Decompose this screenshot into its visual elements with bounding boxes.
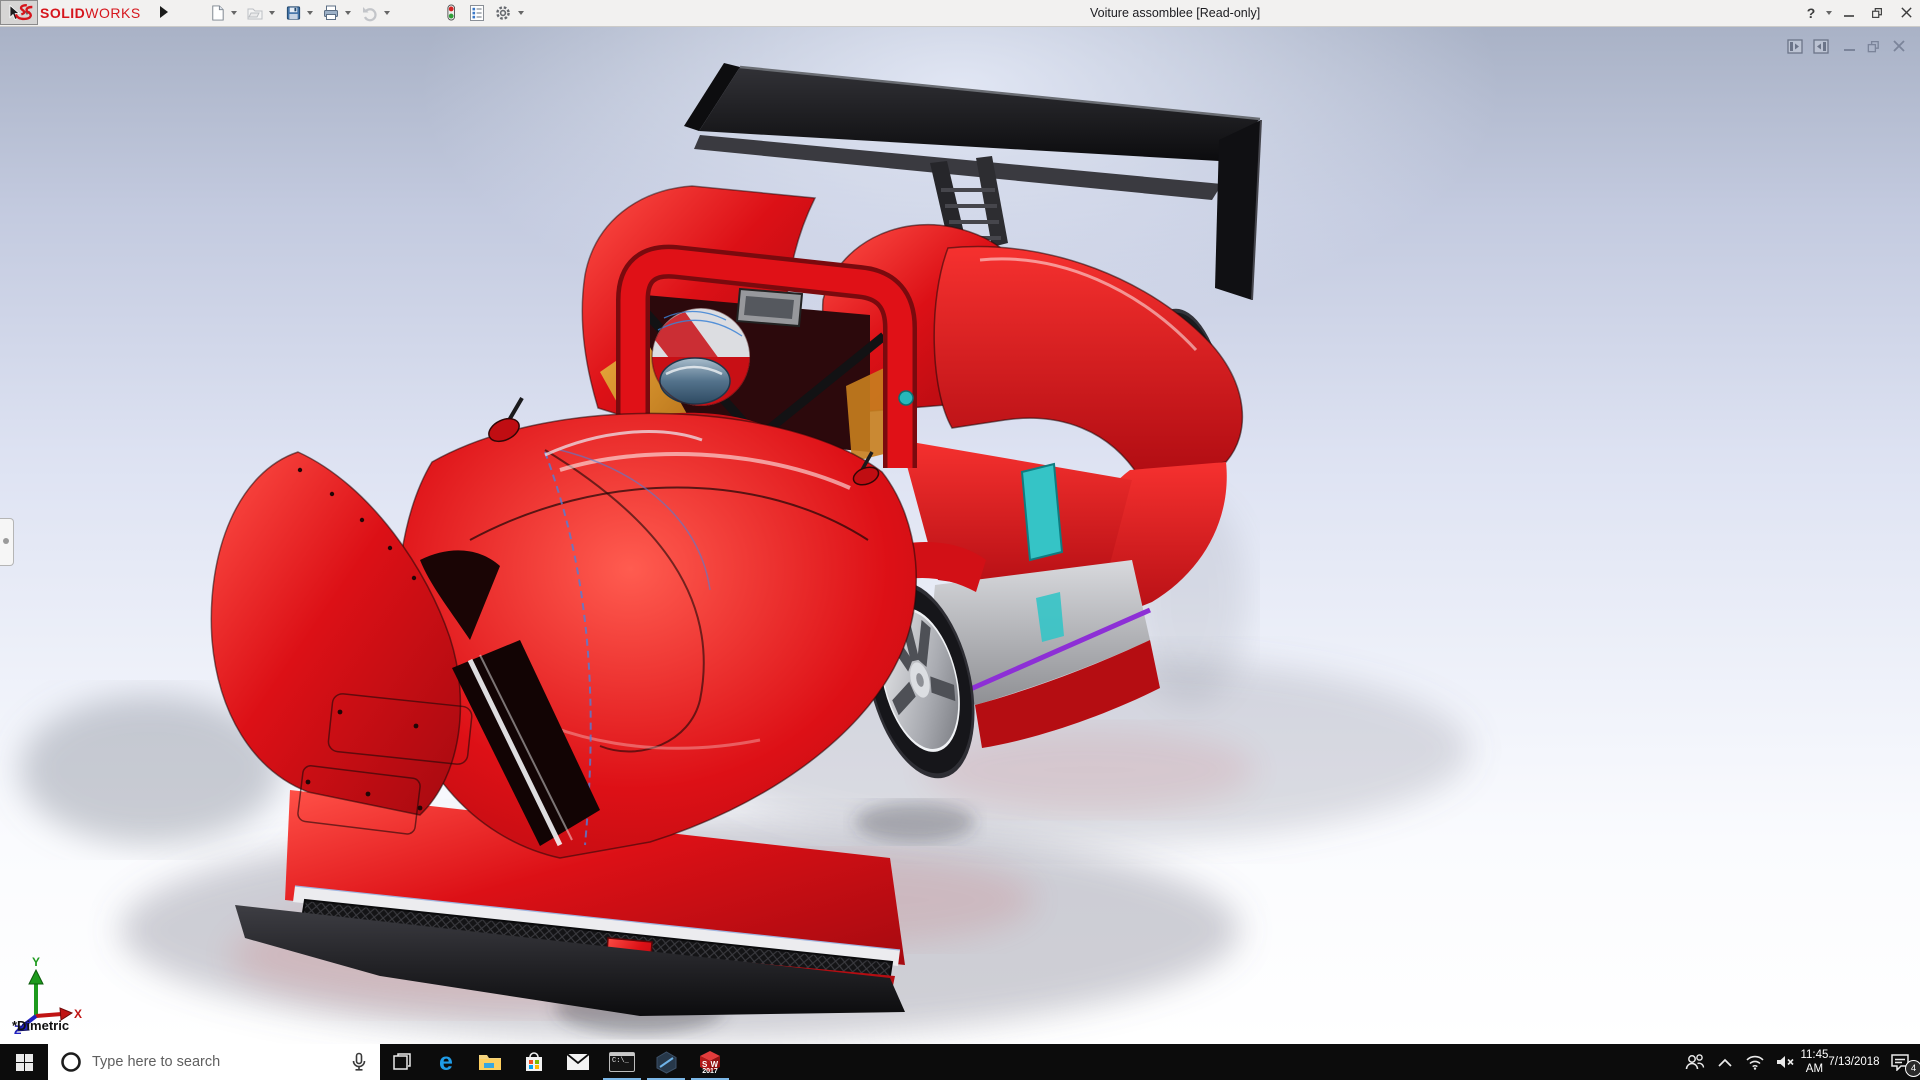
- restore-icon: [1872, 7, 1882, 18]
- pane-left-button[interactable]: [1786, 38, 1804, 54]
- triad-y-label: Y: [32, 955, 40, 969]
- title-bar: SOLIDWORKS Voiture assomblee [Read-only]…: [0, 0, 1920, 27]
- collapsed-panel-tab[interactable]: [0, 518, 14, 566]
- file-properties-icon: [470, 4, 484, 21]
- minimize-button[interactable]: [1836, 2, 1862, 23]
- new-document-dropdown[interactable]: [231, 11, 237, 15]
- undo-dropdown[interactable]: [384, 11, 390, 15]
- people-icon: [1685, 1054, 1705, 1070]
- save-button[interactable]: [284, 3, 302, 22]
- close-icon: [1900, 7, 1912, 18]
- solidworks-logo: SOLIDWORKS: [14, 3, 141, 22]
- windows-taskbar: e C:\_: [0, 1044, 1920, 1080]
- rebuild-traffic-light-icon: [447, 4, 455, 21]
- start-button[interactable]: [0, 1044, 48, 1080]
- taskbar-mail[interactable]: [556, 1044, 600, 1080]
- taskbar-file-explorer[interactable]: [468, 1044, 512, 1080]
- store-icon: [526, 1052, 542, 1071]
- help-button[interactable]: ?: [1798, 2, 1824, 23]
- open-dropdown[interactable]: [269, 11, 275, 15]
- notification-badge: 4: [1905, 1060, 1920, 1077]
- restore-button[interactable]: [1864, 2, 1890, 23]
- task-view-icon: [393, 1053, 411, 1070]
- document-close-button[interactable]: [1890, 38, 1908, 54]
- mail-icon: [566, 1053, 590, 1070]
- taskbar-solidworks-2017[interactable]: S W 2017: [688, 1044, 732, 1080]
- document-minimize-button[interactable]: [1840, 38, 1858, 54]
- document-restore-button[interactable]: [1864, 38, 1882, 54]
- open-folder-icon: [247, 8, 263, 19]
- new-document-icon: [211, 4, 224, 21]
- open-button[interactable]: [246, 3, 264, 22]
- pane-left-icon: [1787, 38, 1803, 54]
- pane-right-button[interactable]: [1812, 38, 1830, 54]
- document-minimize-icon: [1843, 48, 1855, 51]
- taskbar-search[interactable]: [48, 1044, 380, 1080]
- cortana-icon: [61, 1052, 81, 1072]
- pane-right-icon: [1813, 38, 1829, 54]
- undo-icon: [363, 6, 377, 21]
- document-close-icon: [1893, 40, 1905, 52]
- toolbar-flyout-arrow-icon[interactable]: [160, 6, 168, 18]
- taskbar-command-prompt[interactable]: C:\_: [600, 1044, 644, 1080]
- window-title: Voiture assomblee [Read-only]: [1090, 6, 1261, 20]
- view-orientation-label: *Dimetric: [12, 1018, 70, 1033]
- network-button[interactable]: [1740, 1044, 1770, 1080]
- windows-logo-icon: [15, 1053, 33, 1071]
- options-dropdown[interactable]: [518, 11, 524, 15]
- clock-date: 7/13/2018: [1828, 1056, 1880, 1068]
- options-button[interactable]: [494, 3, 512, 22]
- taskbar-clock[interactable]: 11:45 AM 7/13/2018: [1800, 1048, 1880, 1076]
- chevron-up-icon: [1718, 1058, 1732, 1067]
- taskbar-edge[interactable]: e: [424, 1044, 468, 1080]
- speaker-mute-icon: [1777, 1056, 1794, 1068]
- undo-button[interactable]: [361, 3, 379, 22]
- new-document-button[interactable]: [208, 3, 226, 22]
- wifi-icon: [1746, 1055, 1764, 1070]
- solidworks-2017-icon: S W 2017: [698, 1050, 722, 1075]
- people-button[interactable]: [1680, 1044, 1710, 1080]
- edge-icon: e: [439, 1047, 453, 1076]
- command-prompt-icon: C:\_: [609, 1052, 635, 1072]
- solidworks-ds-icon: [14, 3, 33, 21]
- graphics-viewport[interactable]: Y X Z *Dimetric: [0, 26, 1920, 1044]
- print-icon: [324, 5, 338, 20]
- volume-button[interactable]: [1770, 1044, 1800, 1080]
- rebuild-button[interactable]: [442, 3, 460, 22]
- task-view-button[interactable]: [380, 1044, 424, 1080]
- options-gear-icon: [496, 5, 510, 20]
- file-explorer-icon: [479, 1055, 501, 1070]
- solidworks-logo-text: SOLIDWORKS: [40, 4, 141, 21]
- model-3d-car[interactable]: [0, 26, 1920, 1044]
- system-tray: 11:45 AM 7/13/2018 4: [1680, 1044, 1920, 1080]
- action-center-button[interactable]: 4: [1880, 1044, 1920, 1080]
- triad-x-label: X: [74, 1007, 82, 1021]
- print-dropdown[interactable]: [345, 11, 351, 15]
- print-button[interactable]: [322, 3, 340, 22]
- hidden-icons-button[interactable]: [1710, 1044, 1740, 1080]
- file-properties-button[interactable]: [468, 3, 486, 22]
- clock-time: 11:45 AM: [1800, 1049, 1829, 1075]
- close-button[interactable]: [1893, 2, 1919, 23]
- document-restore-icon: [1867, 40, 1879, 52]
- taskbar-hexagon-app[interactable]: [644, 1044, 688, 1080]
- minimize-icon: [1844, 14, 1854, 17]
- save-dropdown[interactable]: [307, 11, 313, 15]
- microphone-icon[interactable]: [350, 1052, 368, 1072]
- driver-helmet: [651, 307, 751, 407]
- taskbar-store[interactable]: [512, 1044, 556, 1080]
- save-floppy-icon: [286, 5, 300, 20]
- search-input[interactable]: [90, 1053, 350, 1071]
- help-dropdown[interactable]: [1826, 11, 1832, 15]
- dark-hexagon-app-icon: [656, 1050, 676, 1074]
